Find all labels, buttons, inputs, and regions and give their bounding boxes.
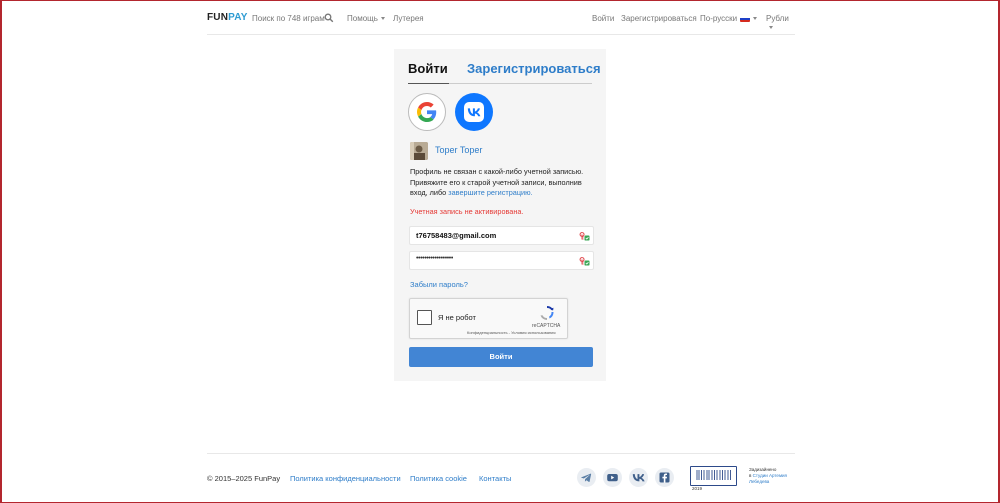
chevron-down-icon (380, 17, 385, 21)
help-menu[interactable]: Помощь (347, 14, 385, 23)
youtube-icon[interactable] (603, 468, 622, 487)
search-icon[interactable] (324, 13, 334, 23)
vk-icon[interactable] (629, 468, 648, 487)
email-field[interactable]: t76758483@gmail.com (409, 226, 594, 245)
contacts-link[interactable]: Контакты (479, 474, 511, 483)
profile-link-message: Профиль не связан с какой-либо учетной з… (410, 167, 584, 198)
password-field[interactable]: •••••••••••••••••• (409, 251, 594, 270)
auth-card: Войти Зарегистрироваться Toper Toper Про… (394, 49, 606, 381)
profile-username[interactable]: Toper Toper (435, 145, 482, 155)
cookie-policy-link[interactable]: Политика cookie (410, 474, 467, 483)
lottery-link[interactable]: Лутерея (393, 14, 424, 23)
currency-selector[interactable]: Рубли (766, 14, 795, 32)
site-header: FUNPAY Поиск по 748 играм Помощь Лутерея… (207, 1, 795, 35)
header-login-link[interactable]: Войти (592, 14, 614, 23)
password-manager-icon[interactable] (579, 230, 590, 241)
recaptcha-icon (540, 306, 554, 320)
avatar (410, 142, 428, 160)
vk-icon (464, 102, 484, 122)
password-manager-icon[interactable] (579, 255, 590, 266)
studio-credit: 2019 Задизайнено в Студии Артемия Лебеде… (690, 466, 800, 492)
recaptcha-label: Я не робот (438, 313, 476, 322)
tab-register[interactable]: Зарегистрироваться (467, 61, 601, 76)
forgot-password-link[interactable]: Забыли пароль? (410, 280, 468, 289)
chevron-down-icon (753, 17, 758, 21)
google-icon (417, 102, 437, 122)
page: FUNPAY Поиск по 748 играм Помощь Лутерея… (2, 1, 998, 502)
google-login-button[interactable] (408, 93, 446, 131)
studio-badge-icon[interactable] (690, 466, 737, 486)
active-tab-indicator (408, 83, 449, 84)
recaptcha-widget: Я не робот reCAPTCHA Конфиденциальность … (409, 298, 568, 339)
studio-link[interactable]: Студии Артемия (753, 473, 787, 478)
privacy-policy-link[interactable]: Политика конфиденциальности (290, 474, 401, 483)
russia-flag-icon (740, 15, 751, 23)
header-register-link[interactable]: Зарегистрироваться (621, 14, 697, 23)
recaptcha-brand: reCAPTCHA (532, 323, 561, 329)
footer-divider (207, 453, 795, 454)
error-message: Учетная запись не активирована. (410, 207, 524, 216)
chevron-down-icon (769, 26, 773, 30)
studio-year: 2019 (692, 486, 703, 491)
login-submit-button[interactable]: Войти (409, 347, 593, 367)
telegram-icon[interactable] (577, 468, 596, 487)
tab-login[interactable]: Войти (408, 61, 448, 76)
complete-registration-link[interactable]: завершите регистрацию. (448, 188, 532, 197)
recaptcha-checkbox[interactable] (417, 310, 432, 325)
funpay-logo[interactable]: FUNPAY (207, 12, 248, 23)
copyright: © 2015–2025 FunPay (207, 474, 281, 483)
language-selector[interactable]: По-русски (700, 14, 758, 23)
search-input[interactable]: Поиск по 748 играм (252, 14, 325, 23)
studio-link-2[interactable]: Лебедева (749, 479, 769, 484)
recaptcha-terms[interactable]: Конфиденциальность - Условия использован… (467, 330, 556, 335)
vk-login-button[interactable] (455, 93, 493, 131)
facebook-icon[interactable] (655, 468, 674, 487)
studio-text: Задизайнено в Студии Артемия Лебедева (749, 467, 787, 484)
